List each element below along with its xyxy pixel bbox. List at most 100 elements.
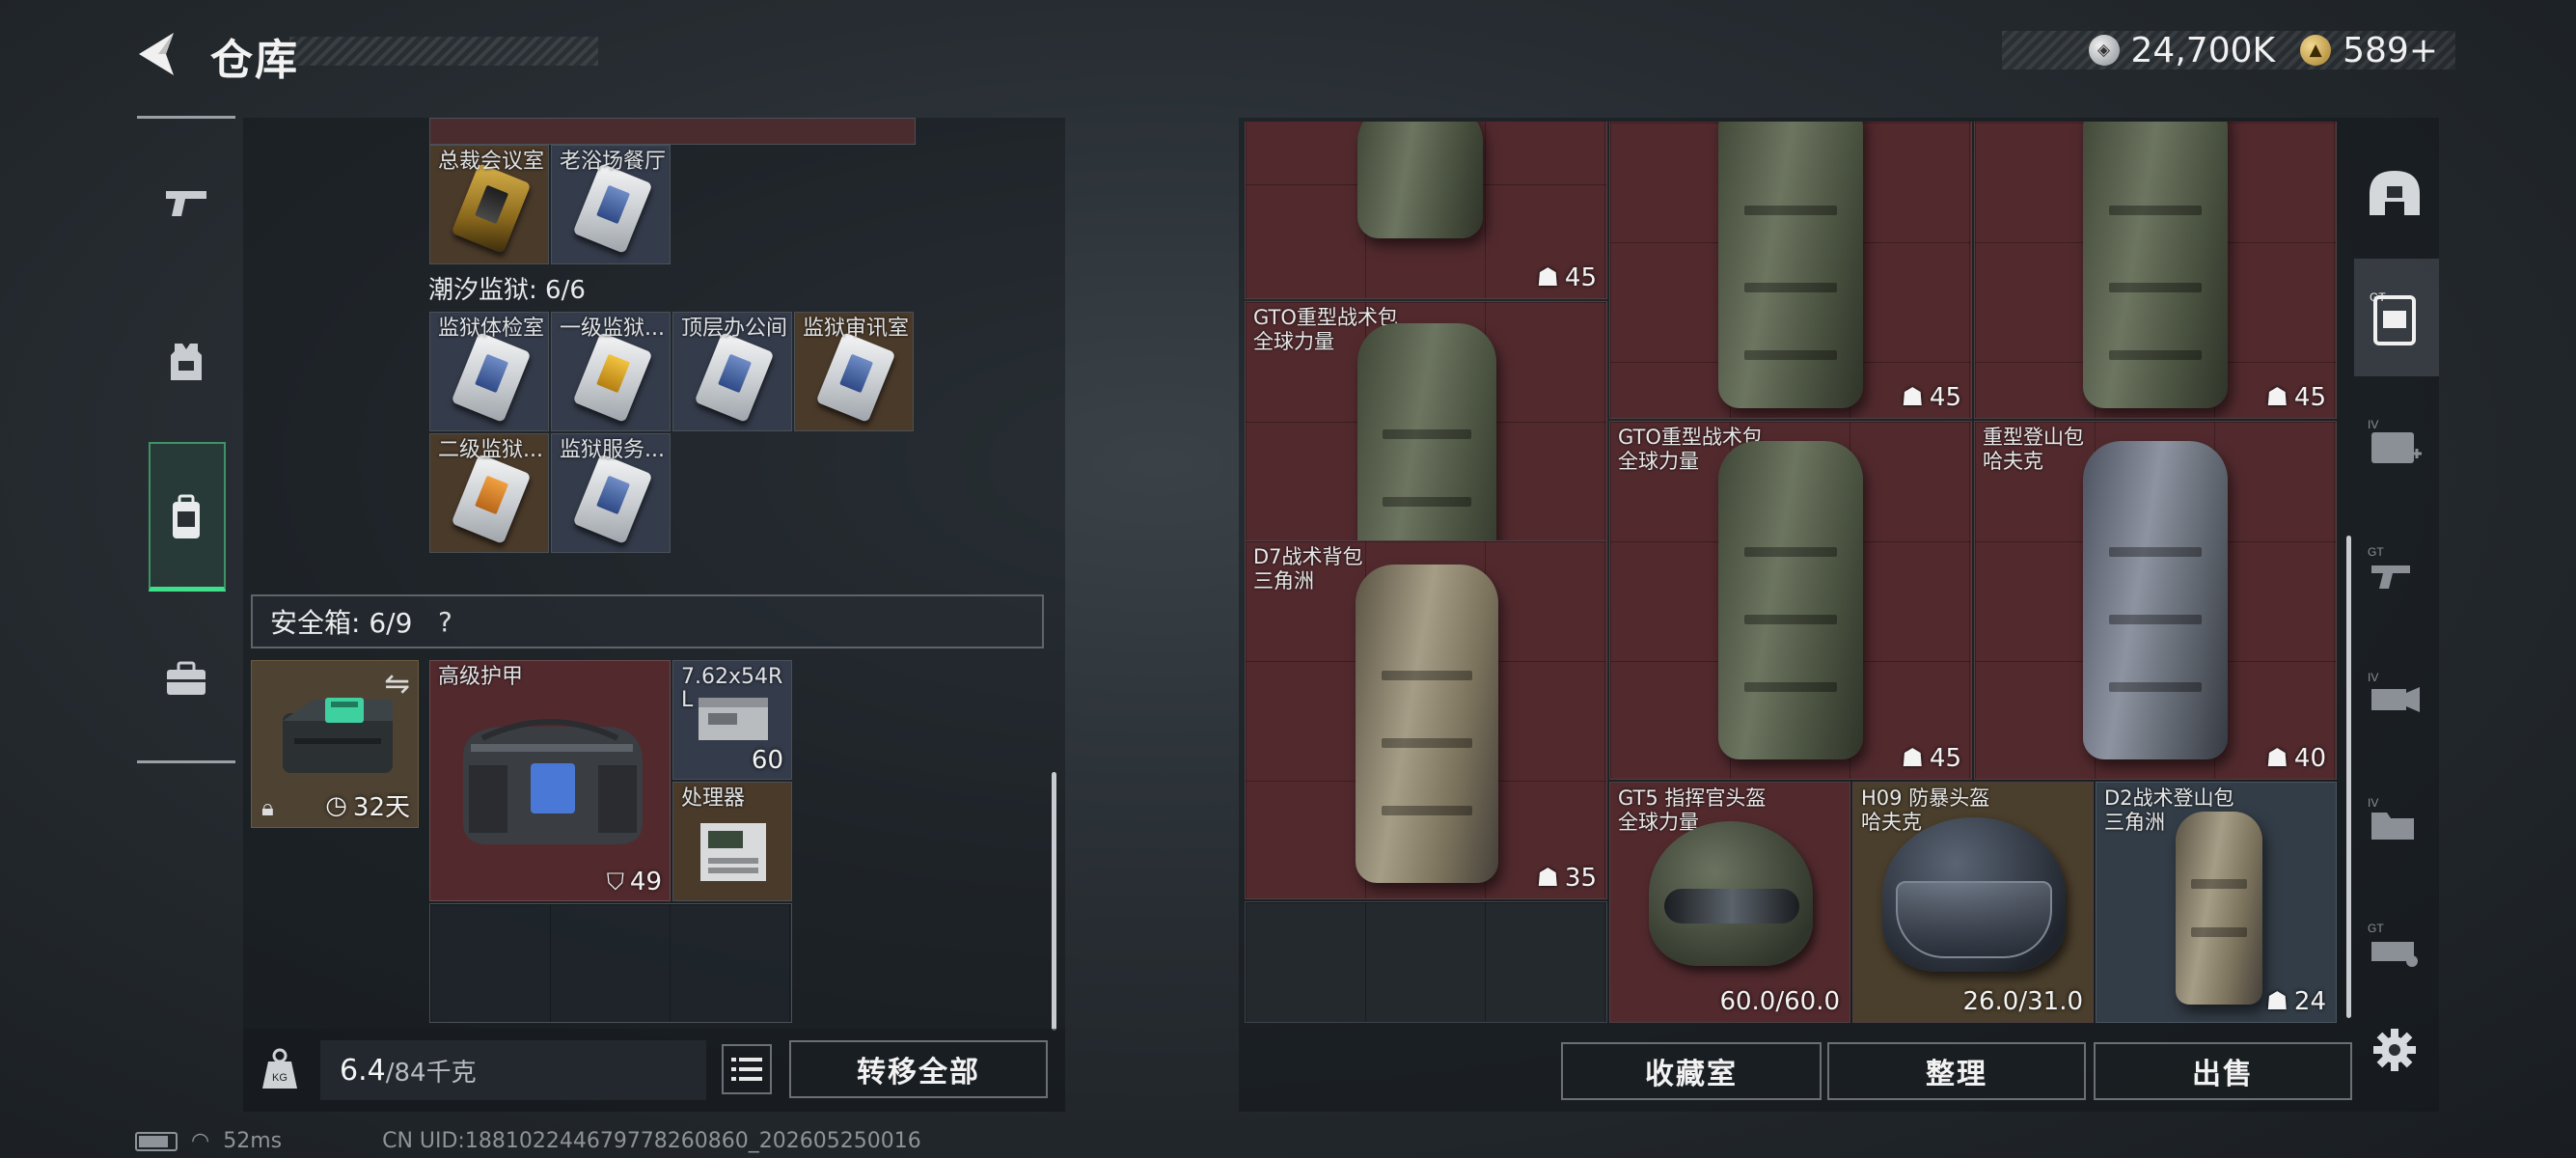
svg-text:IV: IV bbox=[2368, 796, 2378, 810]
key-label: 二级监狱... bbox=[438, 438, 543, 462]
prison-keys-label: 潮汐监狱: 6/6 bbox=[428, 276, 586, 305]
keycard-icon bbox=[451, 162, 532, 255]
nav-frame-top bbox=[137, 116, 235, 119]
sell-button[interactable]: 出售 bbox=[2094, 1042, 2352, 1100]
backpack-item[interactable]: ☗ 45 bbox=[1609, 122, 1972, 419]
side-tab-weapon[interactable]: GT bbox=[2358, 521, 2431, 618]
item-qty-value: 45 bbox=[1929, 383, 1961, 412]
empty-slot[interactable] bbox=[429, 903, 792, 1023]
key-cell[interactable]: 监狱审讯室 bbox=[794, 312, 914, 431]
battery-icon bbox=[135, 1131, 178, 1151]
item-qty-value: 45 bbox=[1564, 263, 1597, 292]
key-label: 监狱服务... bbox=[560, 438, 665, 462]
capacity-icon: ☗ bbox=[2265, 987, 2288, 1016]
key-cell[interactable]: 顶层办公间 bbox=[672, 312, 792, 431]
item-qty: ☗ 40 bbox=[2266, 744, 2326, 773]
key-cell[interactable]: 老浴场餐厅 bbox=[551, 145, 671, 264]
collection-room-button[interactable]: 收藏室 bbox=[1561, 1042, 1822, 1100]
back-button[interactable] bbox=[133, 29, 181, 79]
backpack-icon bbox=[1357, 122, 1483, 238]
helmet-durability: 26.0/31.0 bbox=[1962, 987, 2083, 1016]
empty-slot[interactable] bbox=[1245, 901, 1607, 1023]
backpack-item[interactable]: D2战术登山包 三角洲 ☗ 24 bbox=[2096, 782, 2337, 1023]
back-arrow-icon bbox=[139, 33, 174, 75]
key-cell[interactable]: 监狱服务... bbox=[551, 433, 671, 553]
item-name: D2战术登山包 bbox=[2104, 786, 2234, 810]
stash-grid: ☗45 GTO重型战术包全球力量 ☗45 ☗45 ☗45 GTO重型战术包全球力… bbox=[1245, 122, 2337, 1023]
armor-vest-icon bbox=[171, 344, 202, 380]
helmet-item[interactable]: GT5 指挥官头盔 全球力量 60.0/60.0 bbox=[1609, 782, 1850, 1023]
backpack-icon bbox=[1718, 122, 1863, 408]
weight-kg-icon: KG bbox=[253, 1042, 307, 1096]
helmet-filter-icon bbox=[2370, 171, 2420, 215]
helmet-icon bbox=[1882, 817, 2066, 972]
key-cell[interactable]: 监狱体检室 bbox=[429, 312, 549, 431]
safe-container-cell[interactable]: ⇋ 🔒︎ ◷ 32天 bbox=[251, 660, 419, 828]
backpack-filter-icon: GT bbox=[2370, 290, 2416, 345]
key-cell[interactable]: 总裁会议室 bbox=[429, 145, 549, 264]
key-label: 总裁会议室 bbox=[438, 150, 545, 174]
nav-item-cases[interactable] bbox=[137, 606, 235, 751]
ammo-label: 7.62x54R bbox=[681, 665, 783, 689]
svg-text:GT: GT bbox=[2368, 922, 2384, 935]
side-tab-medical[interactable]: IV bbox=[2358, 396, 2431, 492]
svg-text:GT: GT bbox=[2370, 290, 2386, 304]
armor-item[interactable]: 高级护甲 ⛉ 49 bbox=[429, 660, 671, 901]
capacity-icon: ☗ bbox=[1901, 744, 1924, 773]
right-scrollbar[interactable] bbox=[2346, 536, 2351, 1018]
item-qty: ☗ 24 bbox=[2266, 987, 2326, 1016]
sort-button[interactable]: 整理 bbox=[1827, 1042, 2086, 1100]
item-qty: ☗ 35 bbox=[1537, 864, 1597, 893]
item-name: D7战术背包 bbox=[1253, 545, 1363, 568]
settings-button[interactable] bbox=[2358, 1002, 2431, 1098]
item-qty-value: 45 bbox=[1929, 744, 1961, 773]
capacity-icon: ☗ bbox=[1536, 864, 1559, 893]
backpack-item[interactable]: GTO重型战术包全球力量 ☗45 bbox=[1609, 421, 1972, 780]
side-tab-helmet[interactable] bbox=[2358, 145, 2431, 241]
wifi-icon: ◠ bbox=[191, 1129, 210, 1153]
left-scrollbar[interactable] bbox=[1052, 772, 1056, 1031]
clock-icon: ◷ bbox=[325, 790, 347, 820]
ammo-item[interactable]: 7.62x54R L 60 bbox=[672, 660, 792, 780]
nav-item-equipment[interactable] bbox=[137, 290, 235, 434]
processor-item[interactable]: 处理器 bbox=[672, 782, 792, 901]
side-tab-documents[interactable]: IV bbox=[2358, 772, 2431, 868]
lock-icon: 🔒︎ bbox=[261, 794, 274, 821]
safe-container-icon bbox=[283, 698, 393, 773]
status-bar: ◠ 52ms CN UID:18810224467977826086​0_202… bbox=[135, 1129, 921, 1153]
processor-icon bbox=[700, 823, 766, 881]
list-view-button[interactable] bbox=[722, 1044, 772, 1094]
nav-item-weapons[interactable] bbox=[137, 130, 235, 275]
backpack-item[interactable]: ☗ 45 bbox=[1974, 122, 2337, 419]
item-qty: ☗45 bbox=[2266, 383, 2326, 412]
swap-icon[interactable]: ⇋ bbox=[384, 665, 410, 702]
list-icon bbox=[731, 1058, 762, 1081]
safe-box-header: 安全箱: 6/9 ? bbox=[251, 594, 1044, 648]
keycard-icon bbox=[451, 453, 532, 545]
key-cell[interactable]: 二级监狱... bbox=[429, 433, 549, 553]
silver-coin-icon: ◈ bbox=[2088, 35, 2120, 66]
item-label: 重型登山包 哈夫克 bbox=[1983, 426, 2084, 474]
backpack-item[interactable]: D7战术背包 三角洲 ☗ 35 bbox=[1245, 540, 1607, 899]
side-tab-backpack[interactable]: GT bbox=[2358, 270, 2431, 367]
svg-text:KG: KG bbox=[272, 1072, 288, 1084]
device-filter-icon: IV bbox=[2368, 671, 2420, 712]
helmet-durability: 60.0/60.0 bbox=[1719, 987, 1840, 1016]
help-icon[interactable]: ? bbox=[425, 602, 464, 641]
side-tab-tools[interactable]: GT bbox=[2358, 897, 2431, 994]
item-name: GT5 指挥官头盔 bbox=[1618, 786, 1767, 810]
helmet-item[interactable]: H09 防暴头盔 哈夫克 26.0/31.0 bbox=[1852, 782, 2094, 1023]
transfer-all-button[interactable]: 转移全部 bbox=[789, 1040, 1048, 1098]
keycard-icon bbox=[451, 331, 532, 424]
weapon-filter-icon: GT bbox=[2368, 545, 2410, 589]
key-cell[interactable]: 一级监狱... bbox=[551, 312, 671, 431]
side-tab-camera[interactable]: IV bbox=[2358, 647, 2431, 743]
nav-item-backpack[interactable] bbox=[137, 446, 235, 591]
backpack-icon bbox=[2176, 812, 2262, 1005]
item-qty: ☗45 bbox=[1902, 383, 1961, 412]
backpack-item[interactable]: ☗ 45 bbox=[1245, 122, 1607, 299]
ammo-qty: 60 bbox=[751, 746, 783, 775]
gear-icon bbox=[2373, 1029, 2416, 1071]
backpack-item[interactable]: 重型登山包 哈夫克 ☗ 40 bbox=[1974, 421, 2337, 780]
svg-text:GT: GT bbox=[2368, 545, 2384, 559]
